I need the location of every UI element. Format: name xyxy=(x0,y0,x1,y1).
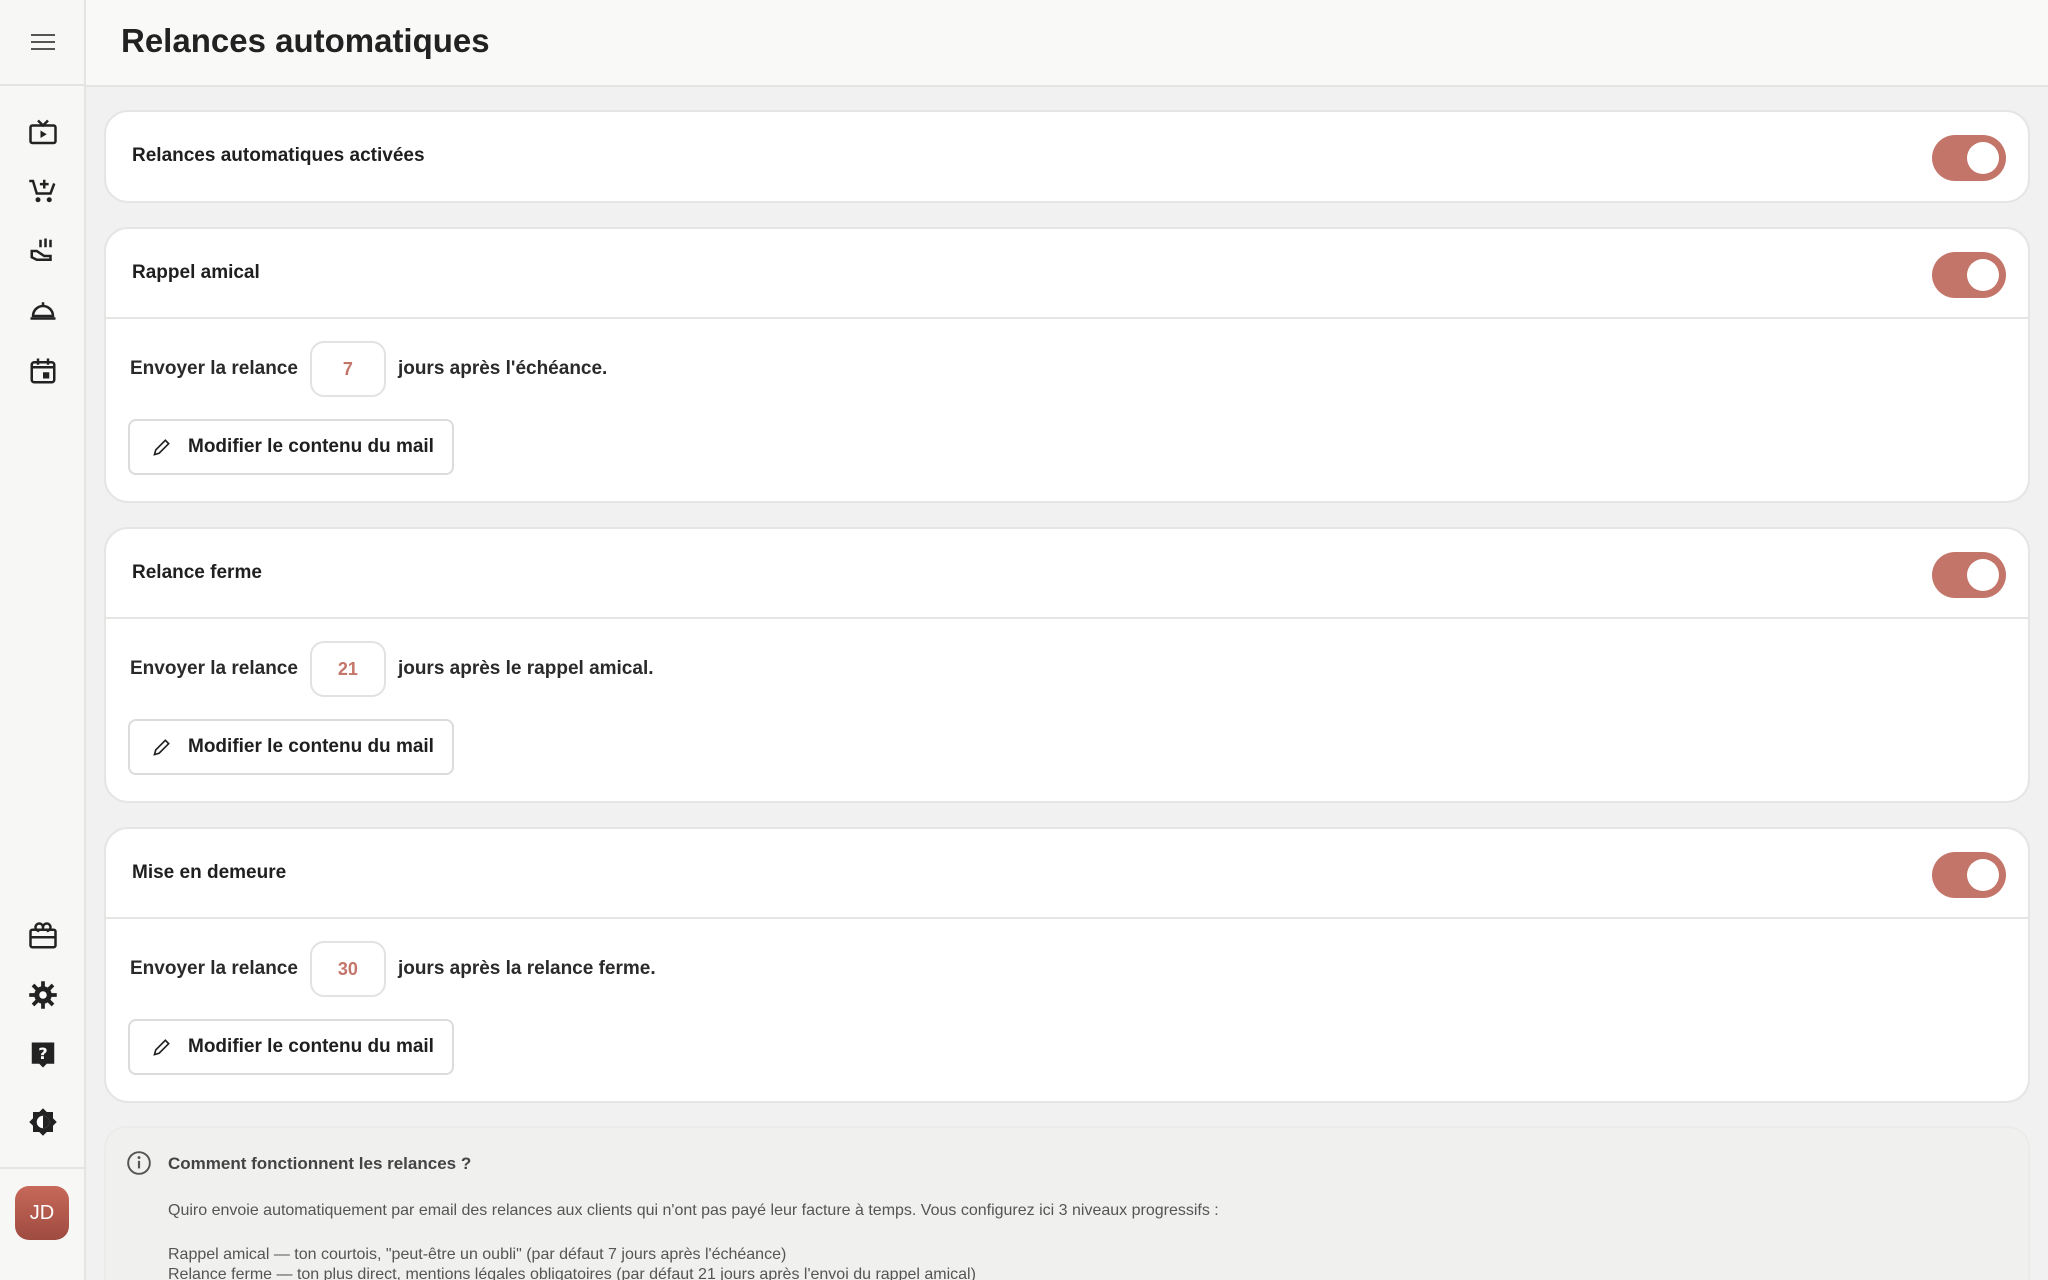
send-label: Envoyer la relance xyxy=(130,658,298,679)
level-toggle-switch[interactable] xyxy=(1932,252,2006,298)
days-input[interactable]: 30 xyxy=(309,941,386,997)
level-card-header: Relance ferme xyxy=(106,529,2028,619)
level-card-header: Mise en demeure xyxy=(106,829,2028,919)
sidebar: ? JD xyxy=(0,0,86,1280)
level-title: Relance ferme xyxy=(132,562,262,583)
toggle-knob xyxy=(1967,859,1999,891)
toggle-knob xyxy=(1967,559,1999,591)
edit-mail-label: Modifier le contenu du mail xyxy=(188,736,434,757)
svg-text:?: ? xyxy=(38,1044,47,1063)
header: Relances automatiques xyxy=(86,0,2048,87)
level-toggle-switch[interactable] xyxy=(1932,552,2006,598)
info-title: Comment fonctionnent les relances ? xyxy=(168,1154,472,1173)
days-input[interactable]: 21 xyxy=(309,641,386,697)
pencil-icon xyxy=(153,739,170,756)
info-box: Comment fonctionnent les relances ? Quir… xyxy=(104,1126,2030,1280)
delay-rule: Envoyer la relance 30 jours après la rel… xyxy=(130,941,656,997)
master-toggle-row: Relances automatiques activées xyxy=(106,112,2028,201)
info-line-rappel: Rappel amical — ton courtois, "peut-être… xyxy=(168,1246,787,1263)
menu-button[interactable] xyxy=(0,0,86,86)
info-intro: Quiro envoie automatiquement par email d… xyxy=(168,1202,1219,1219)
tv-play-icon[interactable] xyxy=(25,115,61,151)
level-card-rappel-amical: Rappel amical Envoyer la relance 7 jours… xyxy=(104,227,2030,503)
help-icon[interactable]: ? xyxy=(25,1037,61,1073)
send-label: Envoyer la relance xyxy=(130,958,298,979)
delay-suffix: jours après la relance ferme. xyxy=(397,958,656,979)
calendar-icon[interactable] xyxy=(25,353,61,389)
master-toggle-switch[interactable] xyxy=(1932,135,2006,181)
avatar[interactable]: JD xyxy=(15,1186,69,1240)
edit-mail-label: Modifier le contenu du mail xyxy=(188,1036,434,1057)
delay-rule: Envoyer la relance 21 jours après le rap… xyxy=(130,641,654,697)
level-title: Rappel amical xyxy=(132,262,260,283)
room-service-icon[interactable] xyxy=(25,293,61,329)
level-card-relance-ferme: Relance ferme Envoyer la relance 21 jour… xyxy=(104,527,2030,803)
hamburger-icon xyxy=(31,34,55,50)
hand-coins-icon[interactable] xyxy=(25,233,61,269)
toggle-knob xyxy=(1967,259,1999,291)
days-input[interactable]: 7 xyxy=(309,341,386,397)
delay-suffix: jours après l'échéance. xyxy=(397,358,608,379)
level-title: Mise en demeure xyxy=(132,862,287,883)
delay-rule: Envoyer la relance 7 jours après l'échéa… xyxy=(130,341,607,397)
edit-mail-button[interactable]: Modifier le contenu du mail xyxy=(128,1019,454,1075)
send-label: Envoyer la relance xyxy=(130,358,298,379)
toggle-knob xyxy=(1967,142,1999,174)
theme-icon[interactable] xyxy=(25,1104,61,1140)
gift-card-icon[interactable] xyxy=(25,918,61,954)
cart-add-icon[interactable] xyxy=(25,173,61,209)
pencil-icon xyxy=(153,439,170,456)
level-toggle-switch[interactable] xyxy=(1932,852,2006,898)
page-title: Relances automatiques xyxy=(121,22,490,59)
master-toggle-card: Relances automatiques activées xyxy=(104,110,2030,203)
info-icon xyxy=(127,1151,151,1175)
edit-mail-label: Modifier le contenu du mail xyxy=(188,436,434,457)
level-card-mise-en-demeure: Mise en demeure Envoyer la relance 30 jo… xyxy=(104,827,2030,1103)
sidebar-divider xyxy=(0,1167,86,1169)
edit-mail-button[interactable]: Modifier le contenu du mail xyxy=(128,719,454,775)
pencil-icon xyxy=(153,1039,170,1056)
edit-mail-button[interactable]: Modifier le contenu du mail xyxy=(128,419,454,475)
level-card-header: Rappel amical xyxy=(106,229,2028,319)
gear-icon[interactable] xyxy=(25,977,61,1013)
delay-suffix: jours après le rappel amical. xyxy=(397,658,654,679)
info-line-relance: Relance ferme — ton plus direct, mention… xyxy=(168,1266,976,1280)
master-toggle-label: Relances automatiques activées xyxy=(132,145,425,166)
